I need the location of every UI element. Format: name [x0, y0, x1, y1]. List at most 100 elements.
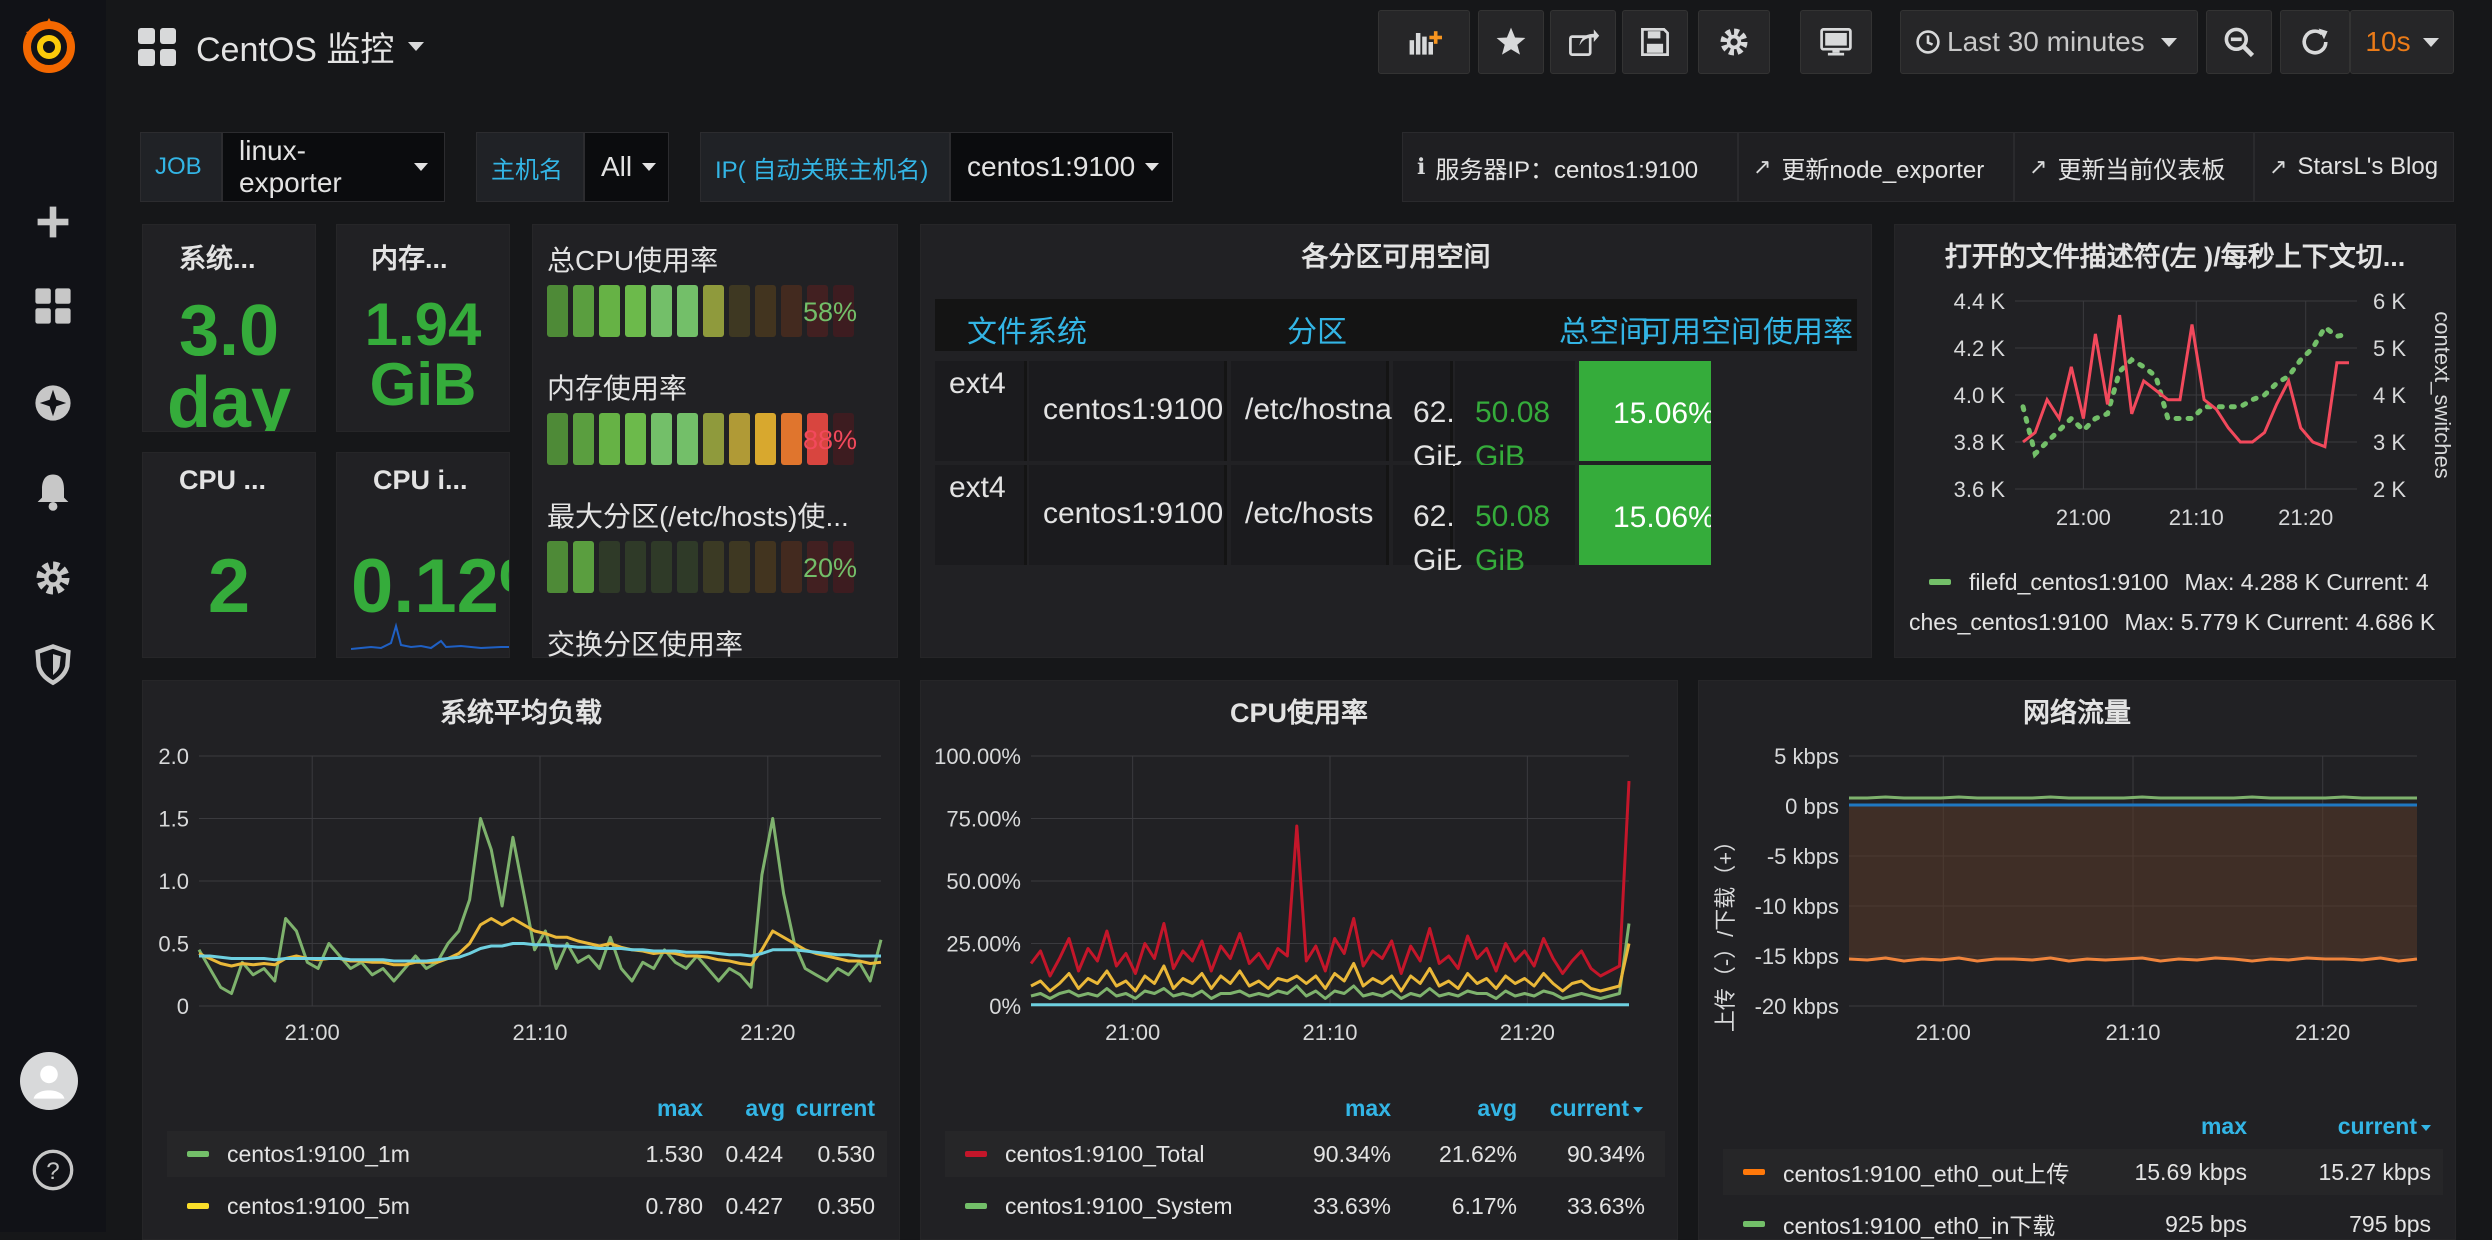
y-tick-label: 0 bps	[1785, 794, 1839, 819]
table-cell: centos1:9100	[1029, 361, 1227, 461]
legend-row[interactable]: centos1:9100_eth0_out上传 15.69 kbps 15.27 k…	[1723, 1149, 2443, 1195]
link-update-dashboard[interactable]: ↗ 更新当前仪表板	[2014, 132, 2254, 202]
explore-compass-icon[interactable]	[25, 375, 81, 431]
tv-mode-monitor-icon[interactable]	[1800, 10, 1872, 74]
legend-row[interactable]: centos1:9100_1m 1.530 0.424 0.530	[167, 1131, 887, 1177]
bar-gauge-cell	[547, 541, 568, 593]
legend-header-avg[interactable]: avg	[1477, 1095, 1517, 1122]
legend-header-max[interactable]: max	[2201, 1113, 2247, 1140]
y-right-tick-label: 3 K	[2373, 430, 2406, 455]
legend-header-current[interactable]: current	[1550, 1095, 1643, 1122]
panel-title: 打开的文件描述符(左 )/每秒上下文切...	[1944, 242, 2406, 272]
grafana-logo-icon[interactable]	[14, 10, 84, 80]
legend-header-max[interactable]: max	[657, 1095, 703, 1122]
variable-hostname-select[interactable]: All	[584, 132, 669, 202]
legend-header-max[interactable]: max	[1345, 1095, 1391, 1122]
bar-gauge-panel[interactable]: 总CPU使用率 58% 内存使用率 88% 最大分区(/etc/hosts)使... 20…	[532, 224, 898, 658]
star-dashboard-button[interactable]	[1478, 10, 1544, 74]
y-right-tick-label: 5 K	[2373, 336, 2406, 361]
y-tick-label: 50.00%	[946, 869, 1021, 894]
cell-mount: /etc/hosts	[1245, 497, 1374, 530]
zoom-out-button[interactable]	[2206, 10, 2272, 74]
help-question-icon[interactable]: ?	[25, 1142, 81, 1198]
legend-row[interactable]: centos1:9100_System 33.63% 6.17% 33.63%	[945, 1183, 1665, 1229]
column-header[interactable]: 文件系统	[967, 307, 1087, 351]
panel-title: 系统平均负载	[440, 698, 602, 728]
server-admin-shield-icon[interactable]	[25, 636, 81, 692]
load-chart: 0 0.5 1.0 1.5 2.0 21:00 21:10 21:20	[158, 744, 883, 1045]
legend-name: centos1:9100_eth0_out上传	[1783, 1161, 2070, 1187]
bar-gauge-cell	[729, 541, 750, 593]
column-header[interactable]: 可用空间	[1641, 307, 1761, 351]
legend-avg: 0.427	[725, 1193, 783, 1219]
dashboard-title: CentOS 监控	[196, 31, 395, 69]
variable-label: JOB	[140, 132, 222, 202]
y-tick-label: 100.00%	[934, 744, 1021, 769]
y-tick-label: 2.0	[158, 744, 189, 769]
legend-header-current[interactable]: current	[796, 1095, 875, 1122]
variable-ip-select[interactable]: centos1:9100	[950, 132, 1173, 202]
table-row[interactable]: ext4 centos1:9100/etc/hosts 62.7 GiB 50.08 Gi…	[935, 465, 1857, 577]
legend-header-current[interactable]: current	[2338, 1113, 2431, 1140]
user-avatar[interactable]	[20, 1052, 78, 1110]
y-tick-label: 0	[177, 994, 189, 1019]
bar-gauge-cell	[651, 413, 672, 465]
time-range-picker[interactable]: Last 30 minutes	[1900, 10, 2198, 74]
legend-row[interactable]: centos1:9100_Total 90.34% 21.62% 90.34%	[945, 1131, 1665, 1177]
legend-name: centos1:9100_System	[1005, 1192, 1233, 1219]
network-traffic-panel[interactable]: 网络流量 -20 kbps -15 kbps -10 kbps -5 kbps 0 bp…	[1698, 680, 2456, 1240]
link-blog[interactable]: ↗ StarsL's Blog	[2254, 132, 2454, 202]
sort-desc-icon	[2421, 1124, 2431, 1131]
cell-free-unit: GiB	[1475, 544, 1526, 577]
table-row[interactable]: ext4 centos1:9100/etc/hostname 62.7 GiB 50.0…	[935, 361, 1857, 473]
legend-max: 925 bps	[2165, 1211, 2247, 1237]
alerting-bell-icon[interactable]	[25, 463, 81, 519]
link-server-ip[interactable]: ℹ 服务器IP：centos1:9100	[1402, 132, 1738, 202]
bar-gauge-value: 20%	[802, 553, 857, 583]
dashboards-icon[interactable]	[25, 278, 81, 334]
partition-table-panel[interactable]: 各分区可用空间 文件系统 分区 总空间 可用空间 使用率 ext4 centos1…	[920, 224, 1872, 658]
refresh-interval-picker[interactable]: 10s	[2350, 10, 2454, 74]
cell-fs: ext4	[949, 367, 1006, 400]
column-header[interactable]: 使用率	[1763, 307, 1853, 351]
x-tick-label: 21:20	[1500, 1020, 1555, 1045]
link-update-node-exporter[interactable]: ↗ 更新node_exporter	[1738, 132, 2014, 202]
column-header[interactable]: 总空间	[1559, 307, 1649, 351]
x-tick-label: 21:00	[2056, 505, 2111, 530]
stat-cpu-cores-panel[interactable]: CPU ... 2	[142, 452, 316, 658]
variable-job-select[interactable]: linux-exporter	[222, 132, 445, 202]
cpu-chart: 0% 25.00% 50.00% 75.00% 100.00% 21:00 21:10 21:…	[934, 744, 1631, 1045]
configuration-gear-icon[interactable]	[25, 550, 81, 606]
sort-desc-icon	[1633, 1106, 1643, 1113]
table-cell: /etc/hostname	[1231, 361, 1433, 461]
stat-memory-panel[interactable]: 内存... 1.94 GiB	[336, 224, 510, 432]
dashboard-settings-gear-icon[interactable]	[1698, 10, 1770, 74]
refresh-button[interactable]	[2280, 10, 2350, 74]
legend-name: centos1:9100_5m	[227, 1192, 410, 1219]
stat-unit: GiB	[369, 351, 477, 418]
legend-avg: 0.424	[725, 1141, 783, 1167]
legend-item[interactable]: ches_centos1:9100 Max: 5.779 K Current: 4…	[1909, 599, 2435, 645]
x-tick-label: 21:10	[512, 1020, 567, 1045]
share-dashboard-button[interactable]	[1550, 10, 1616, 74]
load-average-panel[interactable]: 系统平均负载 0 0.5 1.0 1.5 2.0 21:00 21:10 21:20 max …	[142, 680, 900, 1240]
bar-gauge-label: 最大分区(/etc/hosts)使...	[547, 501, 849, 532]
variable-value: centos1:9100	[967, 151, 1136, 182]
legend-row[interactable]: centos1:9100_5m 0.780 0.427 0.350	[167, 1183, 887, 1229]
dashboard-title-picker[interactable]: CentOS 监控	[138, 22, 425, 71]
fd-context-panel[interactable]: 打开的文件描述符(左 )/每秒上下文切... 4.4 K6 K 4.2 K5 K4…	[1894, 224, 2456, 658]
stat-cpu-iowait-panel[interactable]: CPU i... 0.12%	[336, 452, 510, 658]
legend-max: 90.34%	[1312, 1141, 1391, 1167]
save-dashboard-button[interactable]	[1622, 10, 1688, 74]
stat-uptime-panel[interactable]: 系统... 3.0 day	[142, 224, 316, 432]
cpu-usage-panel[interactable]: CPU使用率 0% 25.00% 50.00% 75.00% 100.00% 21:00 2…	[920, 680, 1678, 1240]
create-plus-icon[interactable]	[25, 194, 81, 250]
legend-swatch	[187, 1151, 209, 1157]
legend-row[interactable]: centos1:9100_eth0_in下载 925 bps 795 bps	[1723, 1201, 2443, 1239]
legend-header-avg[interactable]: avg	[745, 1095, 785, 1122]
add-panel-button[interactable]	[1378, 10, 1470, 74]
column-header[interactable]: 分区	[1287, 307, 1347, 351]
cell-host: centos1:9100	[1043, 393, 1224, 426]
legend-stats: Max: 4.288 K Current: 4	[2184, 568, 2429, 595]
bar-gauge-cell	[729, 285, 750, 337]
